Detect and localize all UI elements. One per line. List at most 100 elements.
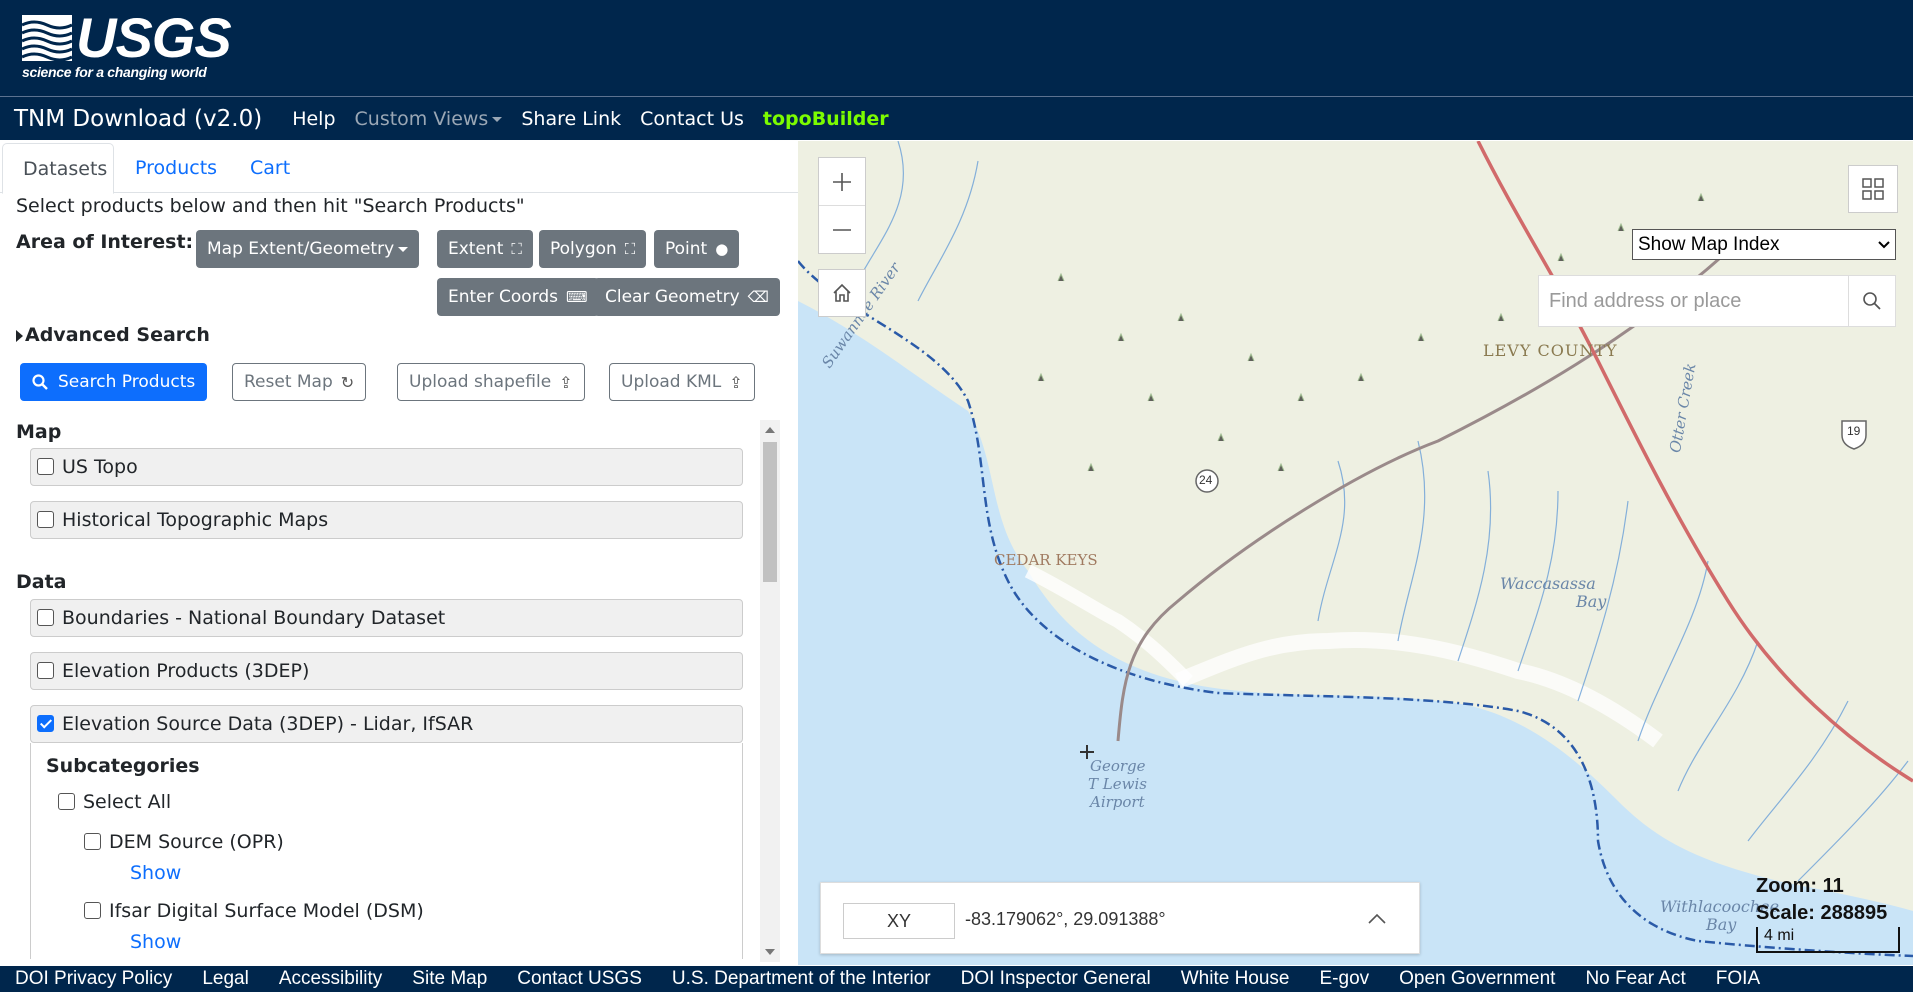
- checkbox[interactable]: [37, 608, 54, 626]
- checkbox[interactable]: [84, 902, 101, 919]
- nav-custom-views-label: Custom Views: [354, 107, 489, 130]
- app-title[interactable]: TNM Download (v2.0): [14, 106, 262, 132]
- nav-help[interactable]: Help: [292, 108, 335, 130]
- reset-map-button[interactable]: Reset Map ↻: [232, 363, 367, 401]
- footer-link-contact-usgs[interactable]: Contact USGS: [517, 968, 642, 990]
- footer-link-accessibility[interactable]: Accessibility: [279, 968, 382, 990]
- search-icon: [1863, 292, 1881, 310]
- checkbox[interactable]: [37, 457, 54, 475]
- scrollbar-thumb[interactable]: [763, 442, 777, 582]
- enter-coords-label: Enter Coords: [448, 287, 559, 307]
- search-products-button[interactable]: Search Products: [20, 363, 208, 401]
- upload-shapefile-button[interactable]: Upload shapefile ⇪: [397, 363, 585, 401]
- chevron-down-icon: [398, 246, 409, 252]
- footer-link-egov[interactable]: E-gov: [1320, 968, 1370, 990]
- nav-custom-views[interactable]: Custom Views: [355, 108, 503, 130]
- footer-link-doi[interactable]: U.S. Department of the Interior: [672, 968, 931, 990]
- select-all-option[interactable]: Select All: [58, 791, 171, 813]
- dataset-list: Map US Topo Historical Topographic Maps …: [0, 411, 760, 959]
- label-levy-county: LEVY COUNTY: [1483, 341, 1618, 360]
- zoom-out-button[interactable]: [819, 206, 865, 254]
- address-search-button[interactable]: [1849, 291, 1895, 311]
- tab-cart[interactable]: Cart: [230, 143, 310, 194]
- aoi-label: Area of Interest:: [16, 231, 194, 253]
- label-cedar-keys: CEDAR KEYS: [994, 551, 1098, 569]
- label-airport-1: George: [1090, 757, 1146, 775]
- footer-link-no-fear-act[interactable]: No Fear Act: [1585, 968, 1685, 990]
- clear-geometry-button[interactable]: Clear Geometry ⌫: [594, 278, 780, 316]
- polygon-button[interactable]: Polygon ⛶: [539, 230, 647, 268]
- coord-mode-button[interactable]: XY: [843, 903, 955, 939]
- extent-button[interactable]: Extent ⛶: [437, 230, 533, 268]
- dataset-card-elevation-source[interactable]: Elevation Source Data (3DEP) - Lidar, If…: [30, 705, 743, 743]
- show-link[interactable]: Show: [130, 931, 181, 953]
- checkbox[interactable]: [37, 510, 54, 528]
- nav-share-link[interactable]: Share Link: [521, 108, 621, 130]
- dataset-label: US Topo: [62, 456, 138, 478]
- site-header: USGS science for a changing world: [0, 0, 1913, 96]
- map-view[interactable]: LEVY COUNTY CEDAR KEYS Waccasassa Bay Ge…: [798, 141, 1913, 965]
- label-airport-2: T Lewis: [1088, 775, 1147, 793]
- zoom-level: Zoom: 11: [1756, 875, 1844, 897]
- basemap-gallery-button[interactable]: [1848, 165, 1898, 213]
- upload-icon: ⇪: [729, 372, 743, 392]
- footer-link-open-government[interactable]: Open Government: [1399, 968, 1555, 990]
- subcategory-item[interactable]: Ifsar Digital Surface Model (DSM): [84, 900, 424, 922]
- upload-icon: ⇪: [559, 372, 573, 392]
- nav-contact-us[interactable]: Contact Us: [640, 108, 744, 130]
- upload-shapefile-label: Upload shapefile: [409, 372, 552, 392]
- footer-link-privacy[interactable]: DOI Privacy Policy: [15, 968, 172, 990]
- list-scrollbar[interactable]: [760, 420, 780, 962]
- expand-coordinate-button[interactable]: [1365, 907, 1389, 936]
- map-canvas[interactable]: [798, 141, 1913, 965]
- checkbox-checked[interactable]: [37, 714, 54, 732]
- address-search-input[interactable]: Find address or place: [1539, 276, 1849, 326]
- label-route-19: 19: [1847, 424, 1861, 438]
- usgs-waves-icon: [22, 15, 72, 61]
- zoom-in-button[interactable]: [819, 158, 865, 206]
- extent-label: Extent: [448, 239, 504, 259]
- advanced-search-toggle[interactable]: Advanced Search: [16, 324, 210, 346]
- subcategory-item[interactable]: DEM Source (OPR): [84, 831, 284, 853]
- dataset-card-historical[interactable]: Historical Topographic Maps: [30, 501, 743, 539]
- dataset-card-boundaries[interactable]: Boundaries - National Boundary Dataset: [30, 599, 743, 637]
- keyboard-icon: ⌨: [566, 288, 588, 306]
- checkbox[interactable]: [37, 661, 54, 679]
- nav-topobuilder[interactable]: topoBuilder: [763, 108, 889, 130]
- advanced-search-label: Advanced Search: [25, 324, 210, 346]
- footer-link-legal[interactable]: Legal: [202, 968, 249, 990]
- upload-kml-button[interactable]: Upload KML ⇪: [609, 363, 755, 401]
- left-panel: Datasets Products Cart Select products b…: [0, 141, 798, 965]
- checkbox[interactable]: [84, 833, 101, 850]
- point-label: Point: [665, 239, 708, 259]
- show-link[interactable]: Show: [130, 862, 181, 884]
- map-search-box: Find address or place: [1538, 275, 1896, 327]
- upload-kml-label: Upload KML: [621, 372, 722, 392]
- map-extent-dropdown[interactable]: Map Extent/Geometry: [196, 230, 420, 268]
- minus-icon: [833, 229, 851, 231]
- subcategory-label: Ifsar Digital Surface Model (DSM): [109, 900, 424, 922]
- scroll-down-icon[interactable]: [765, 949, 775, 955]
- grid-icon: [1862, 178, 1884, 200]
- plus-icon: [833, 172, 851, 191]
- map-index-select[interactable]: Show Map Index: [1632, 229, 1896, 260]
- subcategory-label: DEM Source (OPR): [109, 831, 284, 853]
- footer-link-inspector-general[interactable]: DOI Inspector General: [961, 968, 1151, 990]
- footer-link-foia[interactable]: FOIA: [1716, 968, 1760, 990]
- usgs-logo[interactable]: USGS science for a changing world: [22, 10, 232, 80]
- polygon-label: Polygon: [550, 239, 617, 259]
- home-button[interactable]: [818, 269, 866, 317]
- scroll-up-icon[interactable]: [765, 427, 775, 433]
- footer-link-sitemap[interactable]: Site Map: [412, 968, 487, 990]
- enter-coords-button[interactable]: Enter Coords ⌨: [437, 278, 599, 316]
- dataset-card-us-topo[interactable]: US Topo: [30, 448, 743, 486]
- tab-datasets[interactable]: Datasets: [2, 143, 114, 194]
- dataset-label: Boundaries - National Boundary Dataset: [62, 607, 446, 629]
- tab-products[interactable]: Products: [115, 143, 237, 194]
- checkbox[interactable]: [58, 793, 75, 810]
- map-scale: Scale: 288895: [1756, 902, 1888, 924]
- footer-link-white-house[interactable]: White House: [1181, 968, 1290, 990]
- chevron-down-icon: [492, 116, 503, 122]
- point-button[interactable]: Point ●: [654, 230, 740, 268]
- dataset-card-elevation-products[interactable]: Elevation Products (3DEP): [30, 652, 743, 690]
